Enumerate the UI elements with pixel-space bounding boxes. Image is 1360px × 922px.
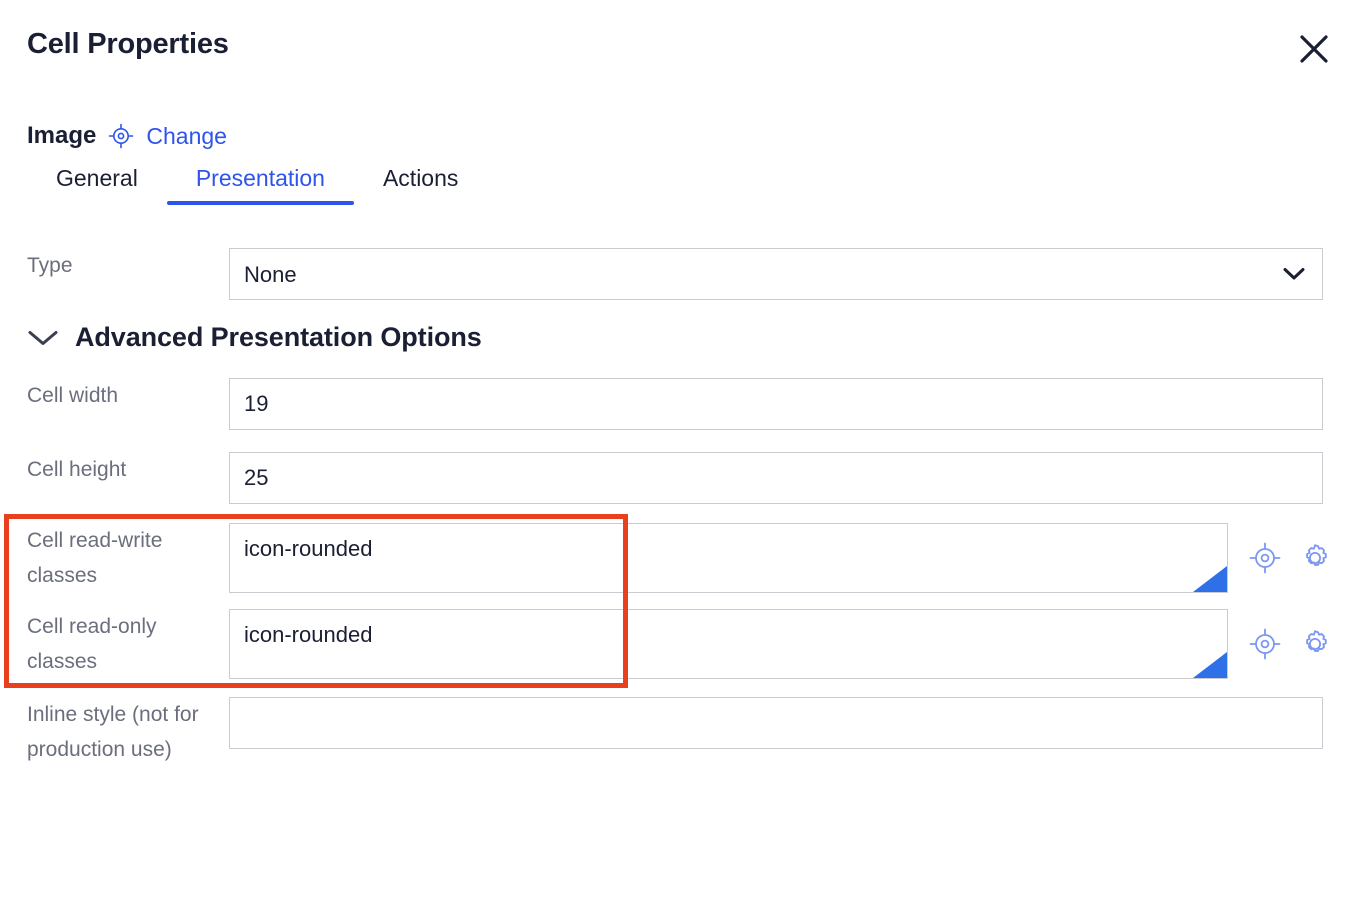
- section-title: Advanced Presentation Options: [75, 322, 482, 352]
- change-object-link[interactable]: Change: [146, 124, 227, 148]
- label-cell-read-only-classes: Cell read-only classes: [27, 615, 157, 673]
- object-type-label: Image: [27, 122, 97, 149]
- inline-style-wrap: [229, 697, 1323, 749]
- field-row-cell-read-only-classes: Cell read-only classes icon-rounded: [0, 609, 1360, 679]
- field-row-cell-read-write-classes: Cell read-write classes icon-rounded: [0, 523, 1360, 593]
- close-button[interactable]: [1292, 27, 1336, 71]
- label-cell-height: Cell height: [27, 458, 127, 481]
- cell-read-only-textarea-wrap: icon-rounded: [229, 609, 1228, 679]
- advanced-presentation-options-toggle[interactable]: Advanced Presentation Options: [27, 322, 482, 353]
- tab-bar: General Presentation Actions: [27, 162, 487, 210]
- close-icon: [1297, 32, 1331, 66]
- target-crosshair-icon[interactable]: [1249, 542, 1281, 574]
- type-select-wrap: None: [229, 248, 1323, 300]
- label-type: Type: [27, 254, 73, 277]
- tab-presentation[interactable]: Presentation: [166, 162, 355, 205]
- cell-read-write-textarea-wrap: icon-rounded: [229, 523, 1228, 593]
- cell-read-write-row-icons: [1249, 523, 1331, 593]
- target-crosshair-icon[interactable]: [108, 123, 134, 149]
- gear-icon[interactable]: [1299, 628, 1331, 660]
- tab-actions[interactable]: Actions: [354, 162, 487, 205]
- type-select[interactable]: None: [229, 248, 1323, 300]
- target-crosshair-icon[interactable]: [1249, 628, 1281, 660]
- cell-read-only-classes-wrap: icon-rounded: [229, 609, 1331, 679]
- cell-width-wrap: [229, 378, 1323, 430]
- gear-icon[interactable]: [1299, 542, 1331, 574]
- cell-width-input[interactable]: [229, 378, 1323, 430]
- cell-height-input[interactable]: [229, 452, 1323, 504]
- field-row-inline-style: Inline style (not for production use): [0, 697, 1360, 767]
- object-row: Image Change: [27, 120, 227, 152]
- label-cell-width: Cell width: [27, 384, 119, 407]
- cell-read-only-classes-input[interactable]: icon-rounded: [229, 609, 1228, 679]
- tab-general[interactable]: General: [27, 162, 167, 205]
- label-cell-read-write-classes: Cell read-write classes: [27, 529, 163, 587]
- cell-read-write-classes-wrap: icon-rounded: [229, 523, 1331, 593]
- chevron-down-icon: [27, 329, 59, 347]
- label-inline-style: Inline style (not for production use): [27, 703, 199, 761]
- field-row-cell-height: Cell height: [0, 452, 1360, 504]
- cell-height-wrap: [229, 452, 1323, 504]
- inline-style-input[interactable]: [229, 697, 1323, 749]
- cell-properties-dialog: Cell Properties Image Change General Pre…: [0, 0, 1360, 922]
- page-title: Cell Properties: [27, 28, 229, 60]
- dialog-header: Cell Properties: [0, 0, 1360, 100]
- field-row-type: Type None: [0, 248, 1360, 300]
- cell-read-write-classes-input[interactable]: icon-rounded: [229, 523, 1228, 593]
- field-row-cell-width: Cell width: [0, 378, 1360, 430]
- cell-read-only-row-icons: [1249, 609, 1331, 679]
